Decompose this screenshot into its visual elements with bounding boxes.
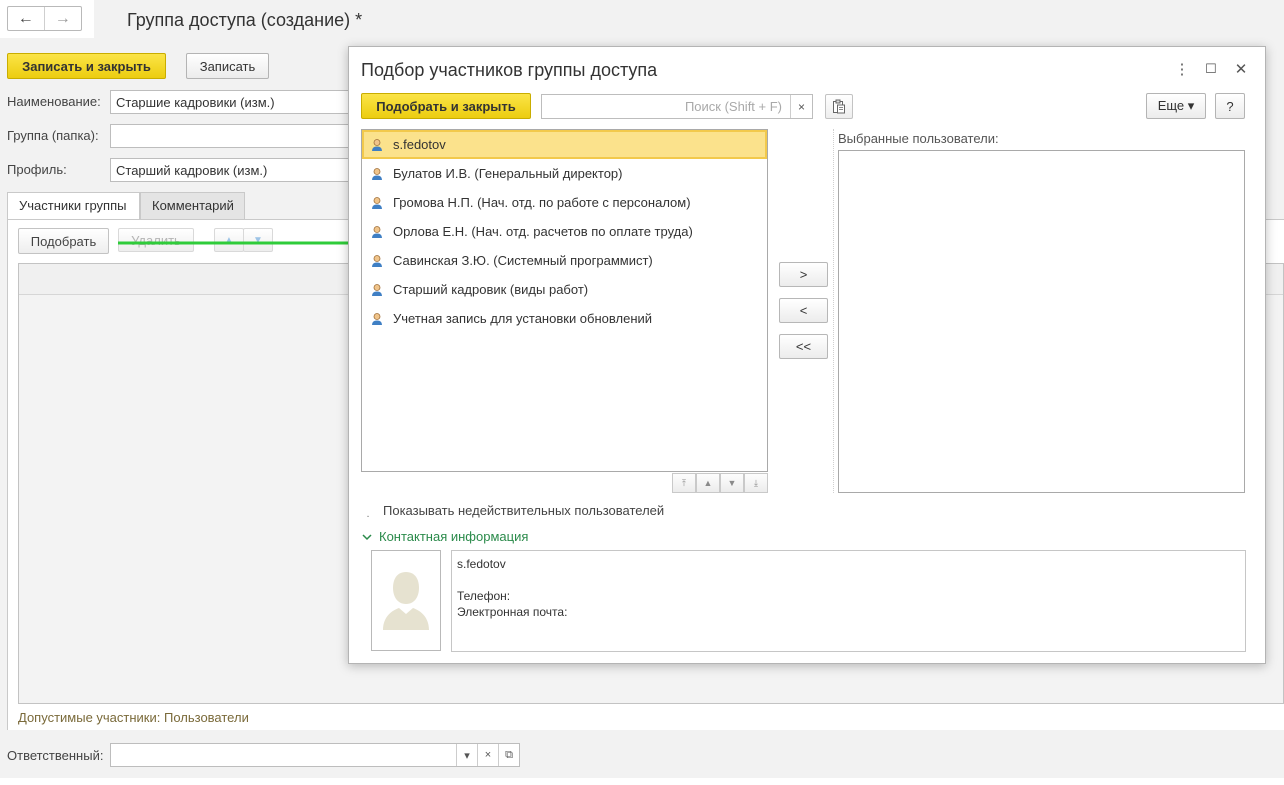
- chevron-down-icon: [362, 533, 372, 540]
- dialog-title: Подбор участников группы доступа: [361, 60, 658, 80]
- user-name: Учетная запись для установки обновлений: [393, 311, 653, 326]
- up-icon[interactable]: ▲: [696, 473, 720, 493]
- list-item[interactable]: s.fedotov: [362, 130, 767, 159]
- user-name: Савинская З.Ю. (Системный программист): [393, 253, 653, 268]
- list-item[interactable]: Савинская З.Ю. (Системный программист): [362, 246, 767, 275]
- show-invalid-users-checkbox[interactable]: . Показывать недействительных пользовате…: [361, 503, 665, 519]
- help-button[interactable]: ?: [1215, 93, 1245, 119]
- contact-info-panel: s.fedotov Телефон: Электронная почта:: [451, 550, 1246, 652]
- more-button[interactable]: Еще ▾: [1146, 93, 1206, 119]
- add-selected-button[interactable]: >: [779, 262, 828, 287]
- user-icon: [372, 196, 382, 209]
- user-icon: [372, 254, 382, 267]
- profile-label: Профиль:: [7, 162, 67, 177]
- tab-comment[interactable]: Комментарий: [140, 192, 245, 219]
- user-icon: [372, 167, 382, 180]
- bottom-strip: [0, 778, 1284, 785]
- save-and-close-button[interactable]: Записать и закрыть: [7, 53, 166, 79]
- user-icon: [372, 312, 382, 325]
- user-icon: [372, 138, 382, 151]
- profile-field[interactable]: Старший кадровик (изм.): [110, 158, 350, 182]
- history-nav: ← →: [7, 6, 82, 31]
- pick-members-dialog: Подбор участников группы доступа ⋮ ☐ ✕ П…: [348, 46, 1266, 664]
- user-name: Орлова Е.Н. (Нач. отд. расчетов по оплат…: [393, 224, 693, 239]
- open-icon[interactable]: ⧉: [498, 744, 519, 766]
- close-icon[interactable]: ✕: [1231, 59, 1251, 79]
- nav-bar: ← →: [0, 0, 94, 38]
- list-item[interactable]: Старший кадровик (виды работ): [362, 275, 767, 304]
- remove-all-button[interactable]: <<: [779, 334, 828, 359]
- tab-group-members[interactable]: Участники группы: [7, 192, 140, 220]
- name-label: Наименование:: [7, 94, 101, 109]
- avatar-placeholder-icon: [383, 571, 429, 630]
- checkbox-icon[interactable]: .: [361, 504, 375, 519]
- form-title: Группа доступа (создание) *: [127, 10, 363, 30]
- list-item[interactable]: Орлова Е.Н. (Нач. отд. расчетов по оплат…: [362, 217, 767, 246]
- forward-arrow-icon[interactable]: →: [45, 7, 82, 30]
- responsible-value[interactable]: [111, 744, 456, 766]
- user-name: Булатов И.В. (Генеральный директор): [393, 166, 623, 181]
- green-arrow-icon: [118, 235, 370, 251]
- allowed-members-hint: Допустимые участники: Пользователи: [18, 710, 249, 725]
- responsible-field[interactable]: ▾ × ⧉: [110, 743, 520, 767]
- list-item[interactable]: Учетная запись для установки обновлений: [362, 304, 767, 333]
- contact-email-label: Электронная почта:: [457, 605, 568, 619]
- group-label: Группа (папка):: [7, 128, 99, 143]
- user-name: s.fedotov: [393, 137, 446, 152]
- save-button[interactable]: Записать: [186, 53, 269, 79]
- user-name: Старший кадровик (виды работ): [393, 282, 589, 297]
- maximize-icon[interactable]: ☐: [1201, 59, 1221, 79]
- last-icon[interactable]: ⤓: [744, 473, 768, 493]
- contact-info-toggle[interactable]: Контактная информация: [361, 529, 528, 544]
- pick-and-close-button[interactable]: Подобрать и закрыть: [361, 93, 531, 119]
- list-item[interactable]: Громова Н.П. (Нач. отд. по работе с перс…: [362, 188, 767, 217]
- down-icon[interactable]: ▼: [720, 473, 744, 493]
- responsible-label: Ответственный:: [7, 748, 104, 763]
- user-icon: [372, 225, 382, 238]
- contact-phone-label: Телефон:: [457, 589, 511, 603]
- selected-users-list[interactable]: [838, 150, 1245, 493]
- clipboard-glyph-icon: [833, 99, 845, 114]
- remove-selected-button[interactable]: <: [779, 298, 828, 323]
- selected-users-label: Выбранные пользователи:: [838, 131, 999, 146]
- clear-icon[interactable]: ×: [477, 744, 498, 766]
- search-clear-icon[interactable]: ×: [790, 95, 812, 118]
- contact-info-label: Контактная информация: [379, 529, 529, 544]
- user-icon: [372, 283, 382, 296]
- show-invalid-users-label: Показывать недействительных пользователе…: [383, 503, 665, 518]
- search-box: ×: [541, 94, 813, 119]
- search-input[interactable]: [542, 95, 790, 118]
- divider: [833, 129, 834, 493]
- user-photo: [371, 550, 441, 651]
- back-arrow-icon[interactable]: ←: [8, 7, 45, 30]
- user-name: Громова Н.П. (Нач. отд. по работе с перс…: [393, 195, 691, 210]
- users-list[interactable]: s.fedotov Булатов И.В. (Генеральный дире…: [361, 129, 768, 472]
- list-item[interactable]: Булатов И.В. (Генеральный директор): [362, 159, 767, 188]
- more-actions-icon[interactable]: ⋮: [1172, 59, 1192, 79]
- clipboard-icon[interactable]: [825, 94, 853, 119]
- pick-button[interactable]: Подобрать: [18, 228, 109, 254]
- first-icon[interactable]: ⤒: [672, 473, 696, 493]
- dropdown-icon[interactable]: ▾: [456, 744, 477, 766]
- name-field[interactable]: Старшие кадровики (изм.): [110, 90, 350, 114]
- group-field[interactable]: [110, 124, 350, 148]
- contact-login: s.fedotov: [457, 557, 506, 571]
